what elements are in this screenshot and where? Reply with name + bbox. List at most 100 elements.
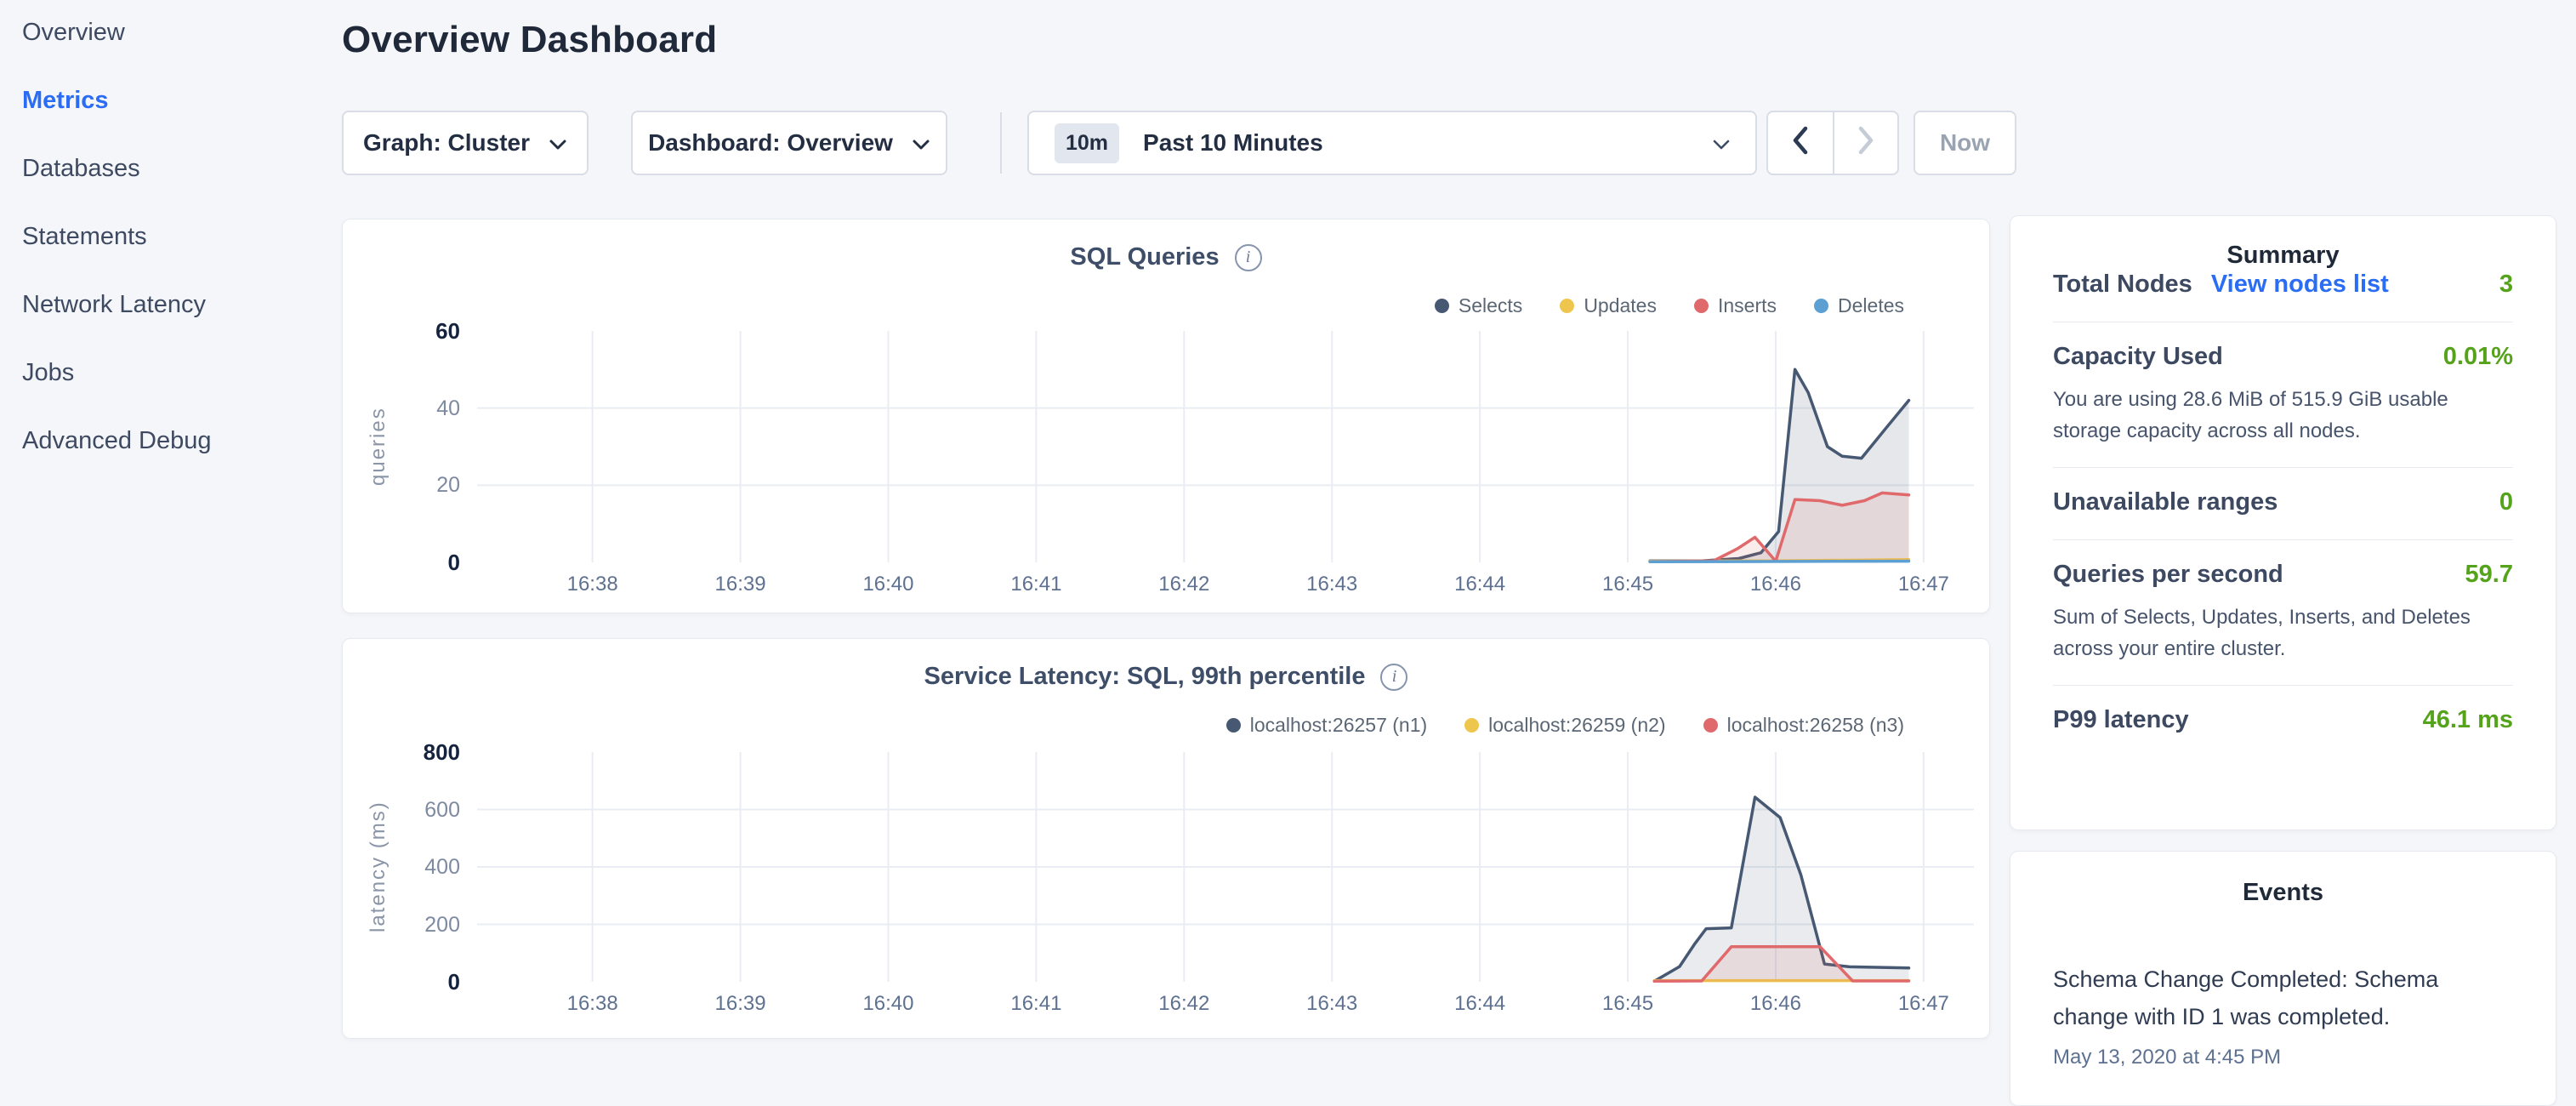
total-nodes-value: 3: [2499, 271, 2513, 299]
events-heading: Events: [2053, 879, 2513, 908]
chevron-down-icon: [912, 129, 930, 157]
y-tick-label: 200: [365, 911, 460, 938]
sidebar-item-metrics[interactable]: Metrics: [22, 85, 109, 116]
capacity-used-row: Capacity Used 0.01%: [2053, 343, 2513, 373]
x-tick-label: 16:39: [698, 573, 783, 596]
queries-per-second-value: 59.7: [2465, 561, 2513, 589]
queries-per-second-description: Sum of Selects, Updates, Inserts, and De…: [2053, 601, 2504, 664]
sidebar-item-databases[interactable]: Databases: [22, 153, 140, 184]
legend-label: localhost:26259 (n2): [1488, 714, 1665, 737]
y-tick-label: 0: [365, 549, 460, 576]
total-nodes-label: Total Nodes: [2053, 271, 2192, 299]
info-icon[interactable]: i: [1235, 244, 1262, 271]
chevron-left-icon: [1791, 125, 1810, 162]
legend-dot: [1226, 718, 1241, 733]
legend-label: Selects: [1459, 294, 1522, 317]
divider: [2053, 685, 2513, 686]
x-tick-label: 16:38: [550, 992, 635, 1016]
summary-panel: Summary Total Nodes View nodes list 3 Ca…: [2010, 215, 2556, 830]
legend-item: localhost:26257 (n1): [1226, 714, 1427, 737]
sidebar: Overview Metrics Databases Statements Ne…: [0, 0, 340, 1052]
event-item-text[interactable]: Schema Change Completed: Schema change w…: [2053, 961, 2513, 1035]
service-latency-legend: localhost:26257 (n1) localhost:26259 (n2…: [1226, 714, 1904, 737]
x-tick-label: 16:40: [845, 992, 930, 1016]
toolbar-divider: [1000, 112, 1002, 174]
time-range-label: Past 10 Minutes: [1143, 129, 1713, 157]
dashboard-dropdown[interactable]: Dashboard: Overview: [631, 111, 947, 175]
y-tick-label: 40: [365, 395, 460, 422]
legend-dot: [1814, 299, 1828, 313]
sql-queries-legend: Selects Updates Inserts Deletes: [1435, 294, 1904, 317]
x-tick-label: 16:40: [845, 573, 930, 596]
sidebar-item-overview[interactable]: Overview: [22, 17, 125, 48]
legend-item: localhost:26258 (n3): [1703, 714, 1904, 737]
capacity-used-value: 0.01%: [2443, 343, 2513, 371]
x-tick-label: 16:44: [1437, 992, 1522, 1016]
x-tick-label: 16:45: [1585, 992, 1670, 1016]
p99-latency-label: P99 latency: [2053, 706, 2189, 734]
queries-per-second-label: Queries per second: [2053, 561, 2283, 589]
divider: [2053, 467, 2513, 468]
queries-per-second-row: Queries per second 59.7: [2053, 561, 2513, 591]
service-latency-chart-title: Service Latency: SQL, 99th percentile: [924, 663, 1366, 691]
sql-queries-plot: 16:3816:3916:4016:4116:4216:4316:4416:45…: [477, 331, 1974, 562]
x-tick-label: 16:41: [993, 573, 1078, 596]
legend-dot: [1703, 718, 1718, 733]
x-tick-label: 16:41: [993, 992, 1078, 1016]
legend-label: Inserts: [1718, 294, 1777, 317]
sql-queries-chart-title: SQL Queries: [1070, 243, 1219, 271]
y-tick-label: 0: [365, 968, 460, 995]
x-tick-label: 16:46: [1733, 992, 1818, 1016]
dashboard-dropdown-label: Dashboard: Overview: [648, 129, 893, 157]
time-range-dropdown[interactable]: 10m Past 10 Minutes: [1027, 111, 1757, 175]
sidebar-item-jobs[interactable]: Jobs: [22, 357, 74, 388]
unavailable-ranges-value: 0: [2499, 488, 2513, 516]
p99-latency-row: P99 latency 46.1 ms: [2053, 706, 2513, 737]
legend-label: Updates: [1584, 294, 1657, 317]
sidebar-item-statements[interactable]: Statements: [22, 221, 147, 252]
x-tick-label: 16:42: [1141, 992, 1226, 1016]
unavailable-ranges-label: Unavailable ranges: [2053, 488, 2277, 516]
sidebar-item-advanced-debug[interactable]: Advanced Debug: [22, 425, 212, 456]
x-tick-label: 16:38: [550, 573, 635, 596]
page-title: Overview Dashboard: [342, 19, 717, 61]
x-tick-label: 16:46: [1733, 573, 1818, 596]
legend-dot: [1694, 299, 1709, 313]
event-item-timestamp: May 13, 2020 at 4:45 PM: [2053, 1046, 2513, 1069]
summary-heading: Summary: [2053, 242, 2513, 271]
y-tick-label: 800: [365, 738, 460, 766]
legend-label: localhost:26258 (n3): [1727, 714, 1904, 737]
y-axis-label: queries: [367, 331, 401, 562]
y-tick-label: 600: [365, 796, 460, 824]
legend-item: Inserts: [1694, 294, 1777, 317]
time-step-buttons: [1766, 111, 1899, 175]
info-icon[interactable]: i: [1380, 664, 1407, 691]
service-latency-plot: 16:3816:3916:4016:4116:4216:4316:4416:45…: [477, 752, 1974, 982]
chart-canvas: [477, 752, 1974, 982]
chart-canvas: [477, 331, 1974, 562]
legend-item: Deletes: [1814, 294, 1904, 317]
previous-time-button[interactable]: [1768, 112, 1833, 174]
view-nodes-list-link[interactable]: View nodes list: [2211, 271, 2389, 299]
legend-dot: [1464, 718, 1479, 733]
x-tick-label: 16:44: [1437, 573, 1522, 596]
sql-queries-chart-card: SQL Queries i Selects Updates Inserts De…: [342, 219, 1990, 613]
legend-label: Deletes: [1838, 294, 1904, 317]
unavailable-ranges-row: Unavailable ranges 0: [2053, 488, 2513, 519]
service-latency-chart-card: Service Latency: SQL, 99th percentile i …: [342, 638, 1990, 1039]
events-panel: Events Schema Change Completed: Schema c…: [2010, 851, 2556, 1106]
x-tick-label: 16:39: [698, 992, 783, 1016]
next-time-button[interactable]: [1833, 112, 1897, 174]
divider: [2053, 539, 2513, 540]
x-tick-label: 16:47: [1881, 992, 1966, 1016]
graph-dropdown[interactable]: Graph: Cluster: [342, 111, 589, 175]
sidebar-item-network-latency[interactable]: Network Latency: [22, 289, 206, 320]
chevron-down-icon: [1713, 129, 1730, 157]
chevron-down-icon: [549, 129, 567, 157]
legend-item: Updates: [1560, 294, 1657, 317]
x-tick-label: 16:43: [1289, 573, 1374, 596]
now-button[interactable]: Now: [1914, 111, 2016, 175]
legend-item: localhost:26259 (n2): [1464, 714, 1665, 737]
x-tick-label: 16:47: [1881, 573, 1966, 596]
x-tick-label: 16:43: [1289, 992, 1374, 1016]
